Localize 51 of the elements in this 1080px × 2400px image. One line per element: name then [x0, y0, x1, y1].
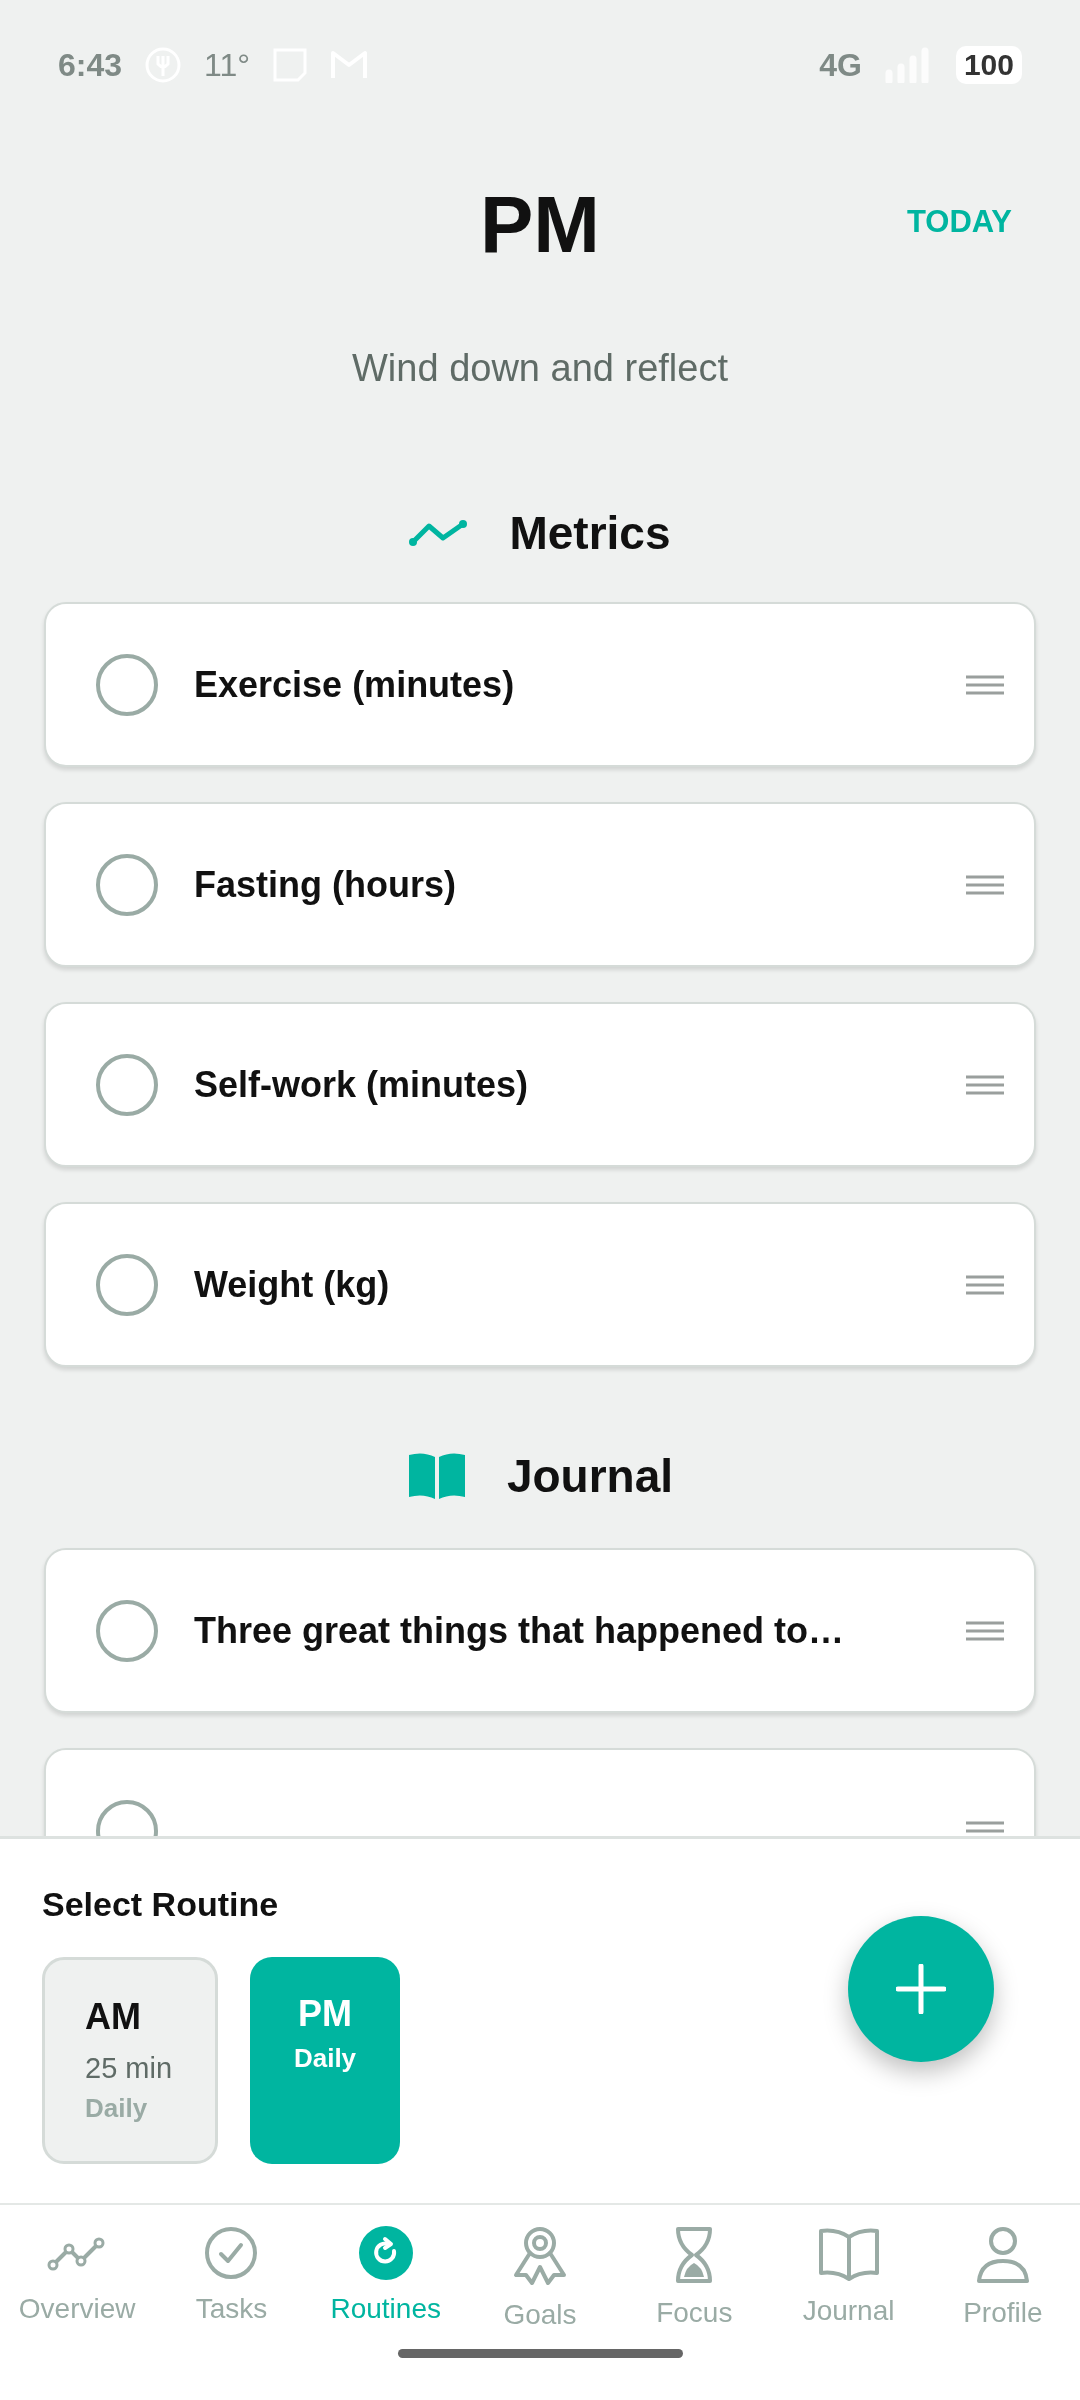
item-label: Self-work (minutes) [194, 1063, 530, 1106]
item-label: Fasting (hours) [194, 863, 457, 906]
item-label: Three great things that happened to… [194, 1609, 846, 1652]
drag-handle-icon[interactable] [966, 1620, 1004, 1641]
checkbox[interactable] [96, 1053, 158, 1116]
person-icon [974, 2225, 1031, 2285]
routine-item-card[interactable]: Exercise (minutes) [44, 602, 1036, 767]
routine-item-card[interactable]: Three great things that happened to… [44, 1548, 1036, 1713]
sheet-title: Select Routine [42, 1884, 280, 1924]
nav-tab[interactable]: Routines [308, 2205, 463, 2331]
drag-handle-icon[interactable] [966, 1820, 1004, 1836]
routine-frequency: Daily [293, 2043, 357, 2074]
drag-handle-icon[interactable] [966, 874, 1004, 895]
nav-tab[interactable]: Focus [617, 2205, 772, 2331]
routine-name: AM [85, 1996, 141, 2038]
nav-tab[interactable]: Journal [771, 2205, 926, 2331]
plus-icon [896, 1964, 946, 2014]
refresh-circle-icon [357, 2225, 414, 2281]
routine-subtitle: Wind down and reflect [351, 346, 729, 391]
item-label: Weight (kg) [194, 1263, 391, 1306]
drag-handle-icon[interactable] [966, 1074, 1004, 1095]
item-label: Exercise (minutes) [194, 663, 516, 706]
checkbox[interactable] [96, 853, 158, 916]
status-time: 6:43 [58, 46, 123, 84]
section-title: Metrics [509, 506, 671, 560]
section-title: Journal [506, 1449, 674, 1503]
routine-duration: 25 min [85, 2052, 173, 2085]
battery-level: 100 [955, 46, 1022, 84]
nav-tab[interactable]: Tasks [154, 2205, 309, 2331]
nav-tab[interactable]: Goals [462, 2205, 618, 2331]
routine-frequency: Daily [85, 2093, 148, 2124]
today-button[interactable]: TODAY [906, 204, 1012, 240]
routine-item-card[interactable]: Self-work (minutes) [44, 1002, 1036, 1167]
checkbox[interactable] [96, 653, 158, 716]
drag-handle-icon[interactable] [966, 1274, 1004, 1295]
trend-line-icon [409, 518, 470, 548]
routine-chip[interactable]: AM 25 min Daily [42, 1957, 218, 2164]
network-type: 4G [819, 46, 862, 84]
drag-handle-icon[interactable] [966, 674, 1004, 695]
checkbox[interactable] [96, 1599, 158, 1662]
routine-chip[interactable]: PM Daily [250, 1957, 400, 2164]
routine-item-card[interactable]: Fasting (hours) [44, 802, 1036, 967]
routine-name: PM [298, 1993, 352, 2035]
book-icon [406, 1451, 467, 1501]
nav-tab[interactable]: Overview [0, 2205, 155, 2331]
routine-title: PM [480, 180, 600, 270]
check-circle-icon [203, 2225, 260, 2281]
nav-tab[interactable]: Profile [925, 2205, 1080, 2331]
routine-item-card[interactable]: Weight (kg) [44, 1202, 1036, 1367]
status-temperature: 11° [204, 46, 251, 84]
checkbox[interactable] [96, 1253, 158, 1316]
